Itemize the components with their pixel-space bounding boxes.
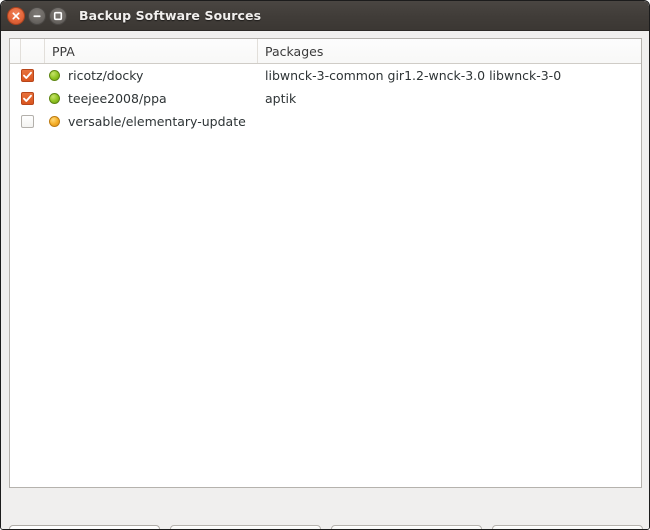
row-checkbox-cell[interactable] [10, 87, 45, 110]
column-header-status[interactable] [21, 39, 45, 63]
row-status-cell [45, 64, 63, 87]
dialog-button-bar: Select All Select None Backup Cancel [9, 525, 643, 530]
row-ppa: versable/elementary-update [63, 110, 258, 133]
close-icon [8, 8, 24, 24]
row-status-cell [45, 110, 63, 133]
window-controls [7, 7, 67, 25]
table-row[interactable]: versable/elementary-update [10, 110, 641, 133]
row-ppa: ricotz/docky [63, 64, 258, 87]
row-checkbox-cell[interactable] [10, 64, 45, 87]
check-icon [22, 70, 33, 81]
backup-button[interactable]: Backup [331, 525, 482, 530]
window-title: Backup Software Sources [79, 8, 261, 23]
row-packages: libwnck-3-common gir1.2-wnck-3.0 libwnck… [258, 64, 641, 87]
row-status-cell [45, 87, 63, 110]
table-row[interactable]: ricotz/docky libwnck-3-common gir1.2-wnc… [10, 64, 641, 87]
status-dot-amber-icon [49, 116, 60, 127]
row-checkbox[interactable] [21, 69, 34, 82]
list-header-row: PPA Packages [10, 39, 641, 64]
row-packages: aptik [258, 87, 641, 110]
row-checkbox-cell[interactable] [10, 110, 45, 133]
check-icon [22, 93, 33, 104]
software-sources-list: PPA Packages ricot [9, 38, 642, 488]
table-row[interactable]: teejee2008/ppa aptik [10, 87, 641, 110]
row-checkbox[interactable] [21, 115, 34, 128]
select-all-button[interactable]: Select All [9, 525, 160, 530]
column-header-packages[interactable]: Packages [258, 39, 641, 63]
row-checkbox[interactable] [21, 92, 34, 105]
minimize-button[interactable] [28, 7, 46, 25]
cancel-button[interactable]: Cancel [492, 525, 643, 530]
minimize-icon [29, 8, 45, 24]
column-header-checkbox[interactable] [10, 39, 21, 63]
list-rows: ricotz/docky libwnck-3-common gir1.2-wnc… [10, 64, 641, 133]
title-bar: Backup Software Sources [1, 1, 649, 31]
status-dot-green-icon [49, 70, 60, 81]
application-window: Backup Software Sources PPA Packages [0, 0, 650, 530]
maximize-icon [50, 8, 66, 24]
column-header-ppa[interactable]: PPA [45, 39, 258, 63]
maximize-button[interactable] [49, 7, 67, 25]
row-ppa: teejee2008/ppa [63, 87, 258, 110]
close-button[interactable] [7, 7, 25, 25]
select-none-button[interactable]: Select None [170, 525, 321, 530]
status-dot-green-icon [49, 93, 60, 104]
row-packages [258, 110, 641, 133]
window-content: PPA Packages ricot [1, 31, 649, 529]
